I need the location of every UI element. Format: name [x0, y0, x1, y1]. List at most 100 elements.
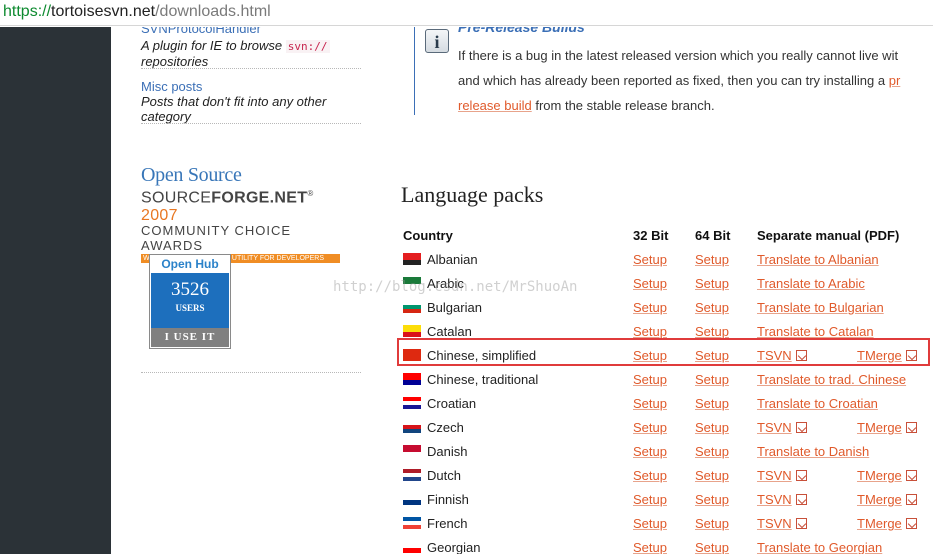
- flag-icon: [403, 421, 421, 433]
- highlight-box: [397, 338, 930, 366]
- openhub-footer: I USE IT: [151, 328, 229, 347]
- tmerge-pdf-link[interactable]: TMerge: [857, 468, 902, 483]
- language-packs-heading: Language packs: [401, 182, 544, 207]
- setup-64bit-link[interactable]: Setup: [695, 296, 729, 320]
- translate-manual-link[interactable]: Translate to Georgian: [757, 536, 882, 554]
- translate-manual-link[interactable]: Translate to Danish: [757, 440, 869, 464]
- setup-32bit-link[interactable]: Setup: [633, 296, 667, 320]
- col-manual: Separate manual (PDF): [757, 228, 900, 243]
- setup-64bit-link[interactable]: Setup: [695, 464, 729, 488]
- table-row: Chinese, traditional Setup Setup Translate …: [403, 368, 933, 392]
- col-country: Country: [403, 228, 453, 243]
- page-content: SVNProtocolHandler A plugin for IE to br…: [111, 27, 933, 554]
- setup-64bit-link[interactable]: Setup: [695, 440, 729, 464]
- url-path: /downloads.html: [155, 3, 271, 20]
- country-name: Albanian: [427, 252, 478, 267]
- flag-icon: [403, 541, 421, 553]
- svnprotocolhandler-desc: A plugin for IE to browse svn://reposito…: [141, 38, 330, 69]
- misc-posts-desc: Posts that don't fit into any other categ…: [141, 94, 327, 124]
- misc-posts-link[interactable]: Misc posts: [141, 79, 202, 94]
- tmerge-pdf-link[interactable]: TMerge: [857, 420, 902, 435]
- country-cell: Dutch: [403, 464, 461, 488]
- prerelease-info-box: i Pre-Release Builds If there is a bug i…: [414, 27, 933, 115]
- tmerge-pdf-link[interactable]: TMerge: [857, 492, 902, 507]
- setup-32bit-link[interactable]: Setup: [633, 464, 667, 488]
- table-row: Georgian Setup Setup Translate to Georgian: [403, 536, 933, 554]
- flag-icon: [403, 277, 421, 289]
- setup-64bit-link[interactable]: Setup: [695, 536, 729, 554]
- setup-64bit-link[interactable]: Setup: [695, 368, 729, 392]
- setup-32bit-link[interactable]: Setup: [633, 536, 667, 554]
- flag-icon: [403, 373, 421, 385]
- tsvn-pdf-link[interactable]: TSVN: [757, 420, 792, 435]
- country-cell: Arabic: [403, 272, 464, 296]
- translate-manual-link[interactable]: Translate to Albanian: [757, 248, 879, 272]
- table-row: Bulgarian Setup Setup Translate to Bulgaria…: [403, 296, 933, 320]
- pdf-icon: [795, 422, 807, 433]
- release-build-link[interactable]: release build: [458, 98, 532, 113]
- setup-64bit-link[interactable]: Setup: [695, 488, 729, 512]
- table-row: Albanian Setup Setup Translate to Albanian: [403, 248, 933, 272]
- country-name: Catalan: [427, 324, 472, 339]
- openhub-badge[interactable]: Open Hub 3526 USERS I USE IT: [149, 254, 231, 349]
- tsvn-pdf-link[interactable]: TSVN: [757, 468, 792, 483]
- tmerge-pdf-cell: TMerge: [857, 488, 917, 512]
- setup-32bit-link[interactable]: Setup: [633, 272, 667, 296]
- flag-icon: [403, 301, 421, 313]
- url-text[interactable]: https://tortoisesvn.net/downloads.html: [3, 3, 271, 21]
- setup-32bit-link[interactable]: Setup: [633, 416, 667, 440]
- setup-64bit-link[interactable]: Setup: [695, 392, 729, 416]
- table-row: Dutch Setup Setup TSVN TMerge: [403, 464, 933, 488]
- translate-manual-link[interactable]: Translate to Bulgarian: [757, 296, 884, 320]
- pdf-icon: [905, 422, 917, 433]
- flag-icon: [403, 493, 421, 505]
- country-name: Chinese, traditional: [427, 372, 539, 387]
- openhub-count-box: 3526 USERS: [151, 273, 229, 328]
- language-packs-table: Country 32 Bit 64 Bit Separate manual (P…: [403, 224, 933, 554]
- pdf-icon: [905, 494, 917, 505]
- setup-64bit-link[interactable]: Setup: [695, 416, 729, 440]
- country-cell: Czech: [403, 416, 464, 440]
- country-name: Croatian: [427, 396, 477, 411]
- prerelease-link[interactable]: pr: [889, 73, 901, 88]
- setup-32bit-link[interactable]: Setup: [633, 488, 667, 512]
- url-host: tortoisesvn.net: [51, 3, 156, 20]
- prerelease-text: If there is a bug in the latest released…: [458, 48, 901, 113]
- setup-64bit-link[interactable]: Setup: [695, 248, 729, 272]
- translate-manual-link[interactable]: Translate to Arabic: [757, 272, 865, 296]
- country-cell: Bulgarian: [403, 296, 482, 320]
- divider: [141, 372, 361, 373]
- flag-icon: [403, 469, 421, 481]
- table-row: Finnish Setup Setup TSVN TMerge: [403, 488, 933, 512]
- svn-code: svn://: [285, 40, 330, 53]
- setup-32bit-link[interactable]: Setup: [633, 512, 667, 536]
- setup-64bit-link[interactable]: Setup: [695, 272, 729, 296]
- tsvn-pdf-link[interactable]: TSVN: [757, 516, 792, 531]
- tsvn-pdf-cell: TSVN: [757, 464, 807, 488]
- table-row: Czech Setup Setup TSVN TMerge: [403, 416, 933, 440]
- openhub-count: 3526: [171, 279, 209, 300]
- setup-32bit-link[interactable]: Setup: [633, 368, 667, 392]
- tmerge-pdf-cell: TMerge: [857, 416, 917, 440]
- translate-manual-link[interactable]: Translate to Croatian: [757, 392, 878, 416]
- translate-manual-link[interactable]: Translate to trad. Chinese: [757, 368, 906, 392]
- sourceforge-award-badge[interactable]: SOURCEFORGE.NET® 2007 COMMUNITY CHOICE A…: [141, 189, 341, 264]
- setup-64bit-link[interactable]: Setup: [695, 512, 729, 536]
- setup-32bit-link[interactable]: Setup: [633, 392, 667, 416]
- divider: [141, 123, 361, 124]
- tsvn-pdf-link[interactable]: TSVN: [757, 492, 792, 507]
- svnprotocolhandler-link[interactable]: SVNProtocolHandler: [141, 27, 261, 36]
- country-cell: Chinese, traditional: [403, 368, 538, 392]
- setup-32bit-link[interactable]: Setup: [633, 440, 667, 464]
- address-bar[interactable]: https://tortoisesvn.net/downloads.html: [0, 0, 933, 26]
- country-name: Dutch: [427, 468, 461, 483]
- country-cell: French: [403, 512, 467, 536]
- country-name: Finnish: [427, 492, 469, 507]
- tmerge-pdf-link[interactable]: TMerge: [857, 516, 902, 531]
- tsvn-pdf-cell: TSVN: [757, 416, 807, 440]
- pdf-icon: [795, 494, 807, 505]
- setup-32bit-link[interactable]: Setup: [633, 248, 667, 272]
- pdf-icon: [795, 518, 807, 529]
- country-name: French: [427, 516, 468, 531]
- table-row: Danish Setup Setup Translate to Danish: [403, 440, 933, 464]
